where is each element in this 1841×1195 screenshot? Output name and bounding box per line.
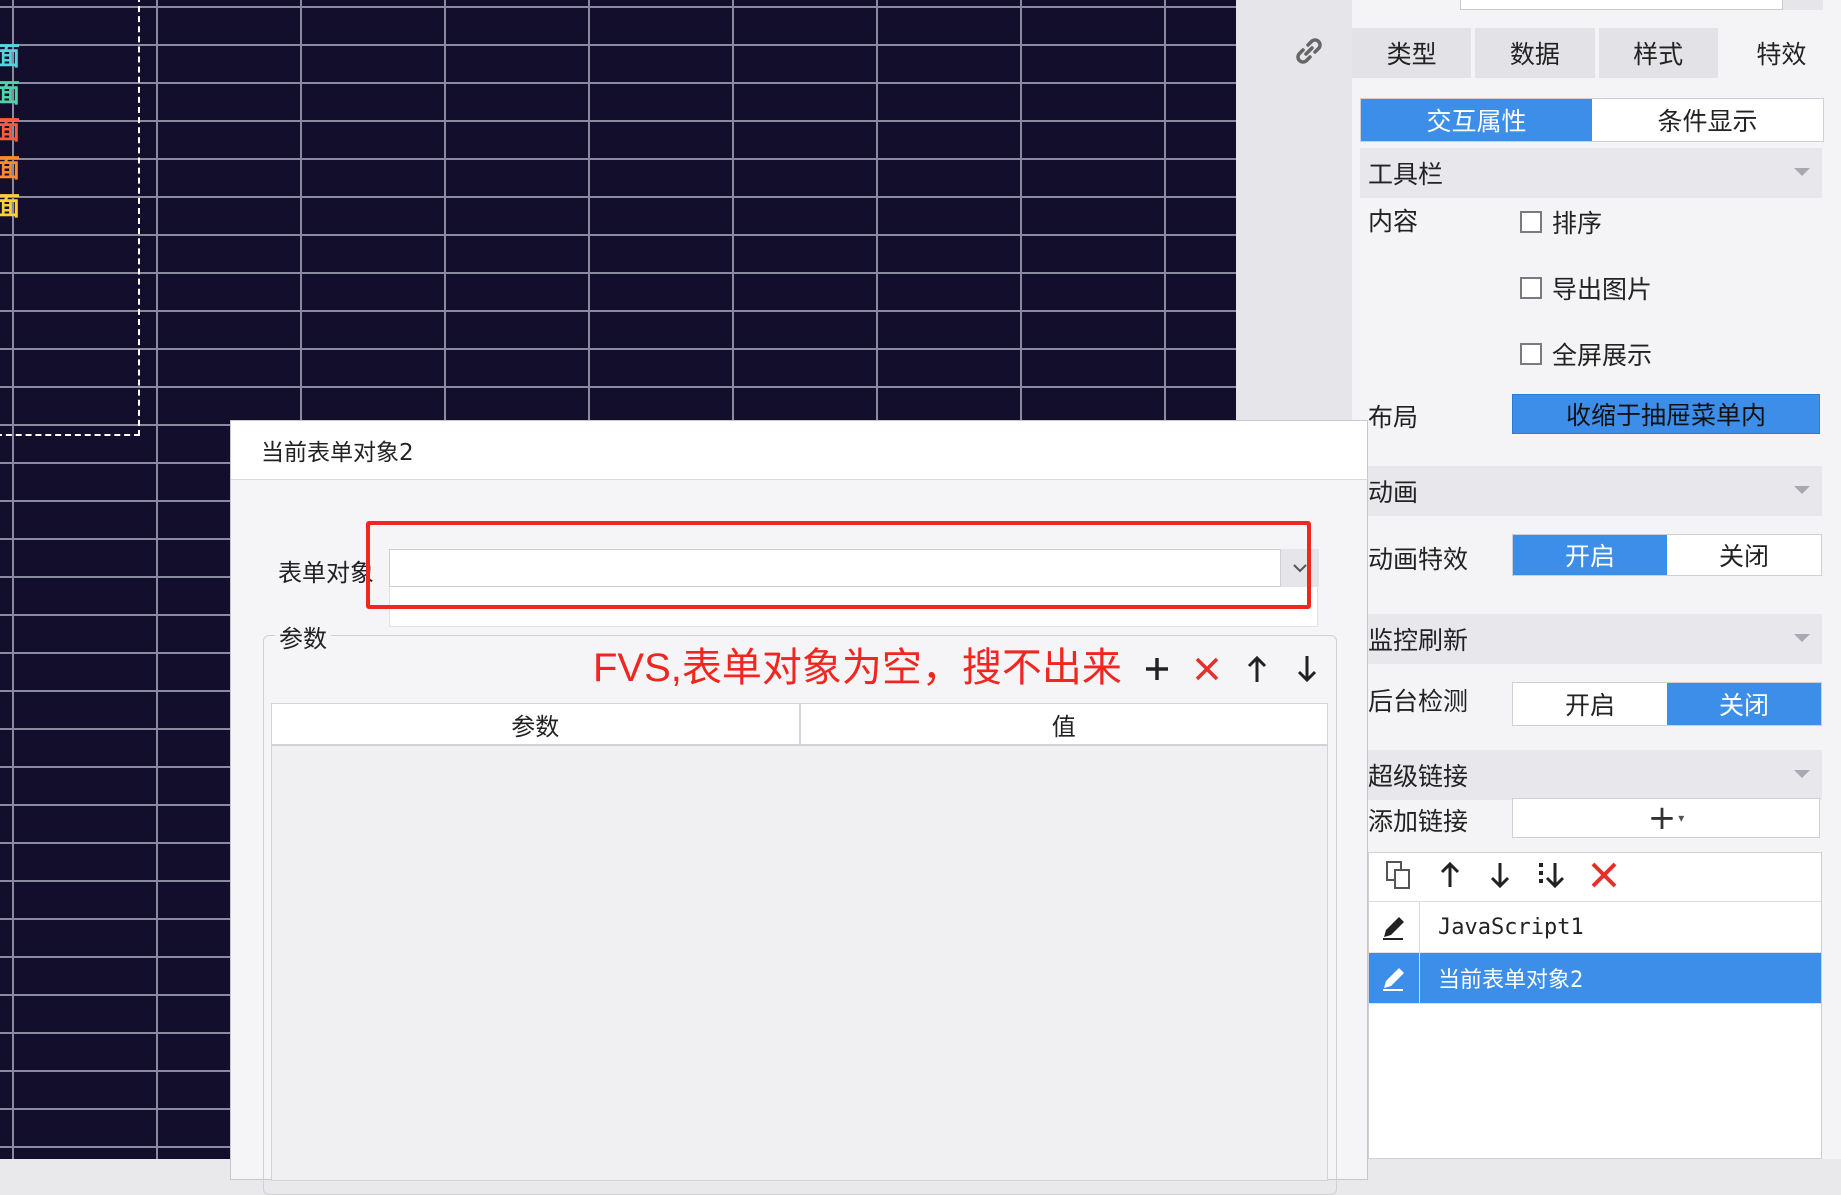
- edit-pen-icon[interactable]: [1369, 902, 1420, 952]
- param-toolbar: [1141, 653, 1323, 685]
- column-header-value[interactable]: 值: [801, 704, 1328, 744]
- section-toolbar[interactable]: 工具栏: [1360, 148, 1822, 198]
- param-table-header: 参数 值: [272, 704, 1327, 746]
- effects-subtabs: 交互属性 条件显示: [1360, 98, 1824, 142]
- selection-outline: [0, 0, 140, 436]
- hyperlink-item[interactable]: JavaScript1: [1369, 902, 1821, 953]
- edit-pen-icon[interactable]: [1369, 953, 1420, 1003]
- sort-label: 排序: [1552, 209, 1603, 238]
- cell-label-2: 面: [0, 79, 21, 109]
- cell-label-4: 面: [0, 154, 21, 184]
- delete-icon[interactable]: [1589, 860, 1619, 894]
- hyperlink-item-name: JavaScript1: [1438, 914, 1584, 940]
- layout-select[interactable]: 收缩于抽屉菜单内: [1512, 394, 1820, 434]
- export-image-label: 导出图片: [1552, 275, 1653, 304]
- section-hyperlink[interactable]: 超级链接: [1360, 750, 1822, 800]
- hyperlink-item-name: 当前表单对象2: [1438, 968, 1584, 993]
- caret-down-icon: ▾: [1678, 811, 1685, 825]
- tab-effects[interactable]: 特效: [1721, 28, 1841, 78]
- top-field[interactable]: [1460, 0, 1807, 10]
- tab-style[interactable]: 样式: [1598, 28, 1718, 78]
- annotation-text: FVS,表单对象为空，搜不出来: [593, 646, 1122, 690]
- section-animation[interactable]: 动画: [1360, 466, 1822, 516]
- detect-off-button[interactable]: 关闭: [1667, 683, 1821, 725]
- add-link-label: 添加链接: [1368, 807, 1469, 836]
- link-icon[interactable]: [1292, 34, 1326, 72]
- tab-data[interactable]: 数据: [1475, 28, 1595, 78]
- subtab-condition-display[interactable]: 条件显示: [1592, 99, 1823, 141]
- fullscreen-label: 全屏展示: [1552, 341, 1653, 370]
- section-hyperlink-title: 超级链接: [1368, 762, 1469, 791]
- hyperlink-item-selected[interactable]: 当前表单对象2: [1369, 953, 1821, 1004]
- section-monitor-refresh[interactable]: 监控刷新: [1360, 614, 1822, 664]
- option-fullscreen[interactable]: 全屏展示: [1520, 336, 1652, 372]
- add-link-button[interactable]: + ▾: [1512, 798, 1820, 838]
- cell-label-3: 面: [0, 116, 21, 146]
- property-tabs: 类型 数据 样式 特效: [1352, 28, 1841, 78]
- option-export-image[interactable]: 导出图片: [1520, 270, 1652, 306]
- chevron-down-icon: [1794, 770, 1810, 778]
- option-sort[interactable]: 排序: [1520, 204, 1602, 240]
- cell-label-5: 面: [0, 192, 21, 222]
- background-detect-toggle: 开启 关闭: [1512, 682, 1822, 726]
- plus-icon: +: [1647, 798, 1677, 838]
- cell-label-1: 面: [0, 42, 21, 72]
- column-header-param[interactable]: 参数: [272, 704, 801, 744]
- hyperlink-list-toolbar: [1369, 853, 1821, 902]
- export-image-checkbox[interactable]: [1520, 277, 1542, 299]
- move-bottom-icon[interactable]: [1535, 859, 1569, 895]
- move-up-icon[interactable]: [1435, 859, 1465, 895]
- delete-param-icon[interactable]: [1191, 653, 1223, 685]
- move-down-icon[interactable]: [1485, 859, 1515, 895]
- param-table[interactable]: 参数 值: [271, 703, 1328, 1181]
- fullscreen-checkbox[interactable]: [1520, 343, 1542, 365]
- section-toolbar-title: 工具栏: [1368, 160, 1444, 189]
- animation-on-button[interactable]: 开启: [1513, 535, 1667, 575]
- animation-toggle: 开启 关闭: [1512, 534, 1822, 576]
- top-field-button[interactable]: [1782, 0, 1823, 10]
- detect-on-button[interactable]: 开启: [1513, 683, 1667, 725]
- background-detect-label: 后台检测: [1368, 687, 1469, 716]
- chevron-down-icon: [1794, 486, 1810, 494]
- move-param-up-icon[interactable]: [1241, 653, 1273, 685]
- subtab-interaction[interactable]: 交互属性: [1361, 99, 1592, 141]
- animation-off-button[interactable]: 关闭: [1667, 535, 1821, 575]
- params-label: 参数: [275, 619, 331, 654]
- content-label: 内容: [1368, 207, 1419, 236]
- tab-type[interactable]: 类型: [1352, 28, 1472, 78]
- copy-icon[interactable]: [1383, 859, 1415, 895]
- highlight-box: [366, 521, 1311, 609]
- form-object-dialog: 当前表单对象2 表单对象 参数 FVS,表单对象为空，搜不出来 参数 值: [230, 420, 1368, 1195]
- section-monitor-title: 监控刷新: [1368, 626, 1469, 655]
- animation-effect-label: 动画特效: [1368, 545, 1469, 574]
- hyperlink-list: JavaScript1 当前表单对象2: [1368, 852, 1822, 1159]
- form-object-label: 表单对象: [278, 559, 374, 587]
- chevron-down-icon: [1794, 634, 1810, 642]
- sort-checkbox[interactable]: [1520, 211, 1542, 233]
- move-param-down-icon[interactable]: [1291, 653, 1323, 685]
- dialog-title: 当前表单对象2: [231, 421, 1367, 480]
- layout-label: 布局: [1368, 403, 1419, 432]
- chevron-down-icon: [1794, 168, 1810, 176]
- section-animation-title: 动画: [1368, 478, 1419, 507]
- add-param-icon[interactable]: [1141, 653, 1173, 685]
